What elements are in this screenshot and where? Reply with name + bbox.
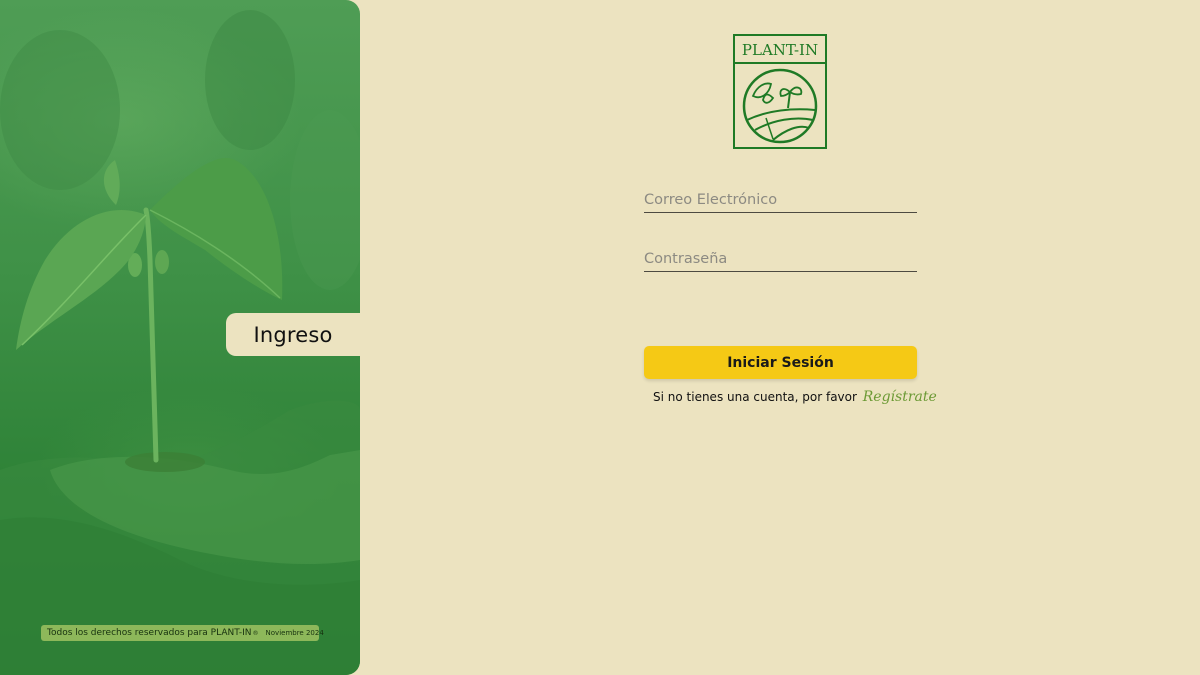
logo-brand-name: PLANT-IN (742, 41, 818, 59)
ingreso-tab[interactable]: Ingreso (226, 313, 360, 356)
register-prompt-line: Si no tienes una cuenta, por favor Regís… (653, 389, 937, 405)
copyright-text: Todos los derechos reservados para PLANT… (47, 628, 252, 638)
copyright-date: Noviembre 2024 (265, 629, 324, 637)
password-field[interactable] (644, 246, 917, 272)
registered-mark: ® (252, 629, 259, 637)
email-field[interactable] (644, 187, 917, 213)
hero-panel: Ingreso Todos los derechos reservados pa… (0, 0, 360, 675)
login-button[interactable]: Iniciar Sesión (644, 346, 917, 379)
seedling-field-emblem-icon (742, 68, 818, 144)
plant-in-logo: PLANT-IN (733, 34, 827, 149)
register-prompt-text: Si no tienes una cuenta, por favor (653, 390, 857, 404)
copyright-badge: Todos los derechos reservados para PLANT… (41, 625, 324, 641)
register-link[interactable]: Regístrate (863, 389, 937, 405)
ingreso-tab-label: Ingreso (253, 322, 333, 347)
